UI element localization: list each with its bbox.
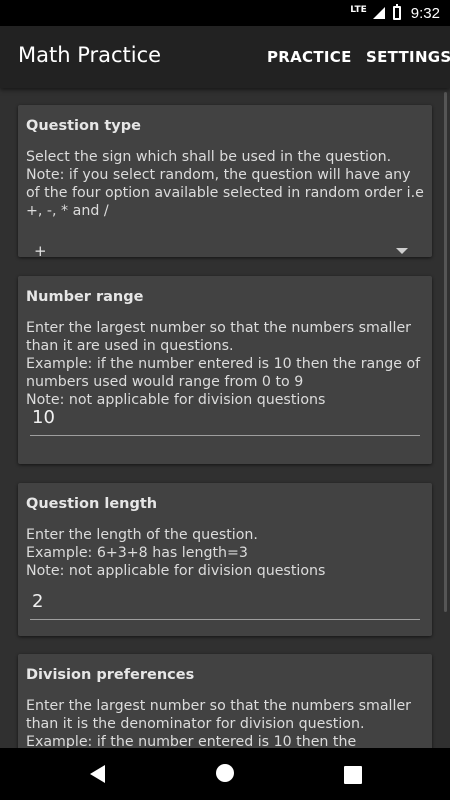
number-range-card: Number range Enter the largest number so…: [18, 276, 432, 464]
app-title: Math Practice: [18, 43, 162, 67]
question-type-title: Question type: [26, 118, 141, 134]
question-length-card: Question length Enter the length of the …: [18, 483, 432, 636]
status-time: 9:32: [410, 4, 440, 22]
question-type-card: Question type Select the sign which shal…: [18, 105, 432, 260]
question-type-dropdown[interactable]: +: [26, 239, 422, 265]
navigation-bar: [0, 748, 450, 800]
settings-list[interactable]: Question type Select the sign which shal…: [0, 88, 450, 748]
division-preferences-description: Enter the largest number so that the num…: [26, 698, 412, 748]
number-range-description: Enter the largest number so that the num…: [26, 320, 421, 408]
settings-button[interactable]: SETTINGS: [366, 48, 450, 66]
question-length-value: 2: [32, 591, 44, 612]
network-type: LTE: [350, 5, 367, 15]
recent-apps-icon[interactable]: [344, 766, 362, 784]
battery-icon: [392, 4, 401, 20]
dropdown-arrow-icon: [396, 248, 408, 254]
question-type-selected: +: [34, 242, 47, 260]
division-preferences-card: Division preferences Enter the largest n…: [18, 654, 432, 748]
number-range-title: Number range: [26, 289, 144, 305]
status-bar: LTE 9:32: [0, 0, 450, 26]
back-icon[interactable]: [90, 765, 105, 783]
question-length-title: Question length: [26, 496, 158, 512]
number-range-value: 10: [32, 407, 55, 428]
question-type-description: Select the sign which shall be used in t…: [26, 149, 424, 219]
question-length-description: Enter the length of the question. Exampl…: [26, 527, 326, 579]
signal-icon: [372, 7, 385, 19]
app-bar: Math Practice PRACTICE SETTINGS: [0, 26, 450, 88]
scrollbar[interactable]: [444, 92, 447, 612]
number-range-input[interactable]: 10: [30, 401, 420, 436]
practice-button[interactable]: PRACTICE: [267, 48, 352, 66]
division-preferences-title: Division preferences: [26, 667, 195, 683]
question-length-input[interactable]: 2: [30, 585, 420, 620]
home-icon[interactable]: [216, 764, 234, 782]
